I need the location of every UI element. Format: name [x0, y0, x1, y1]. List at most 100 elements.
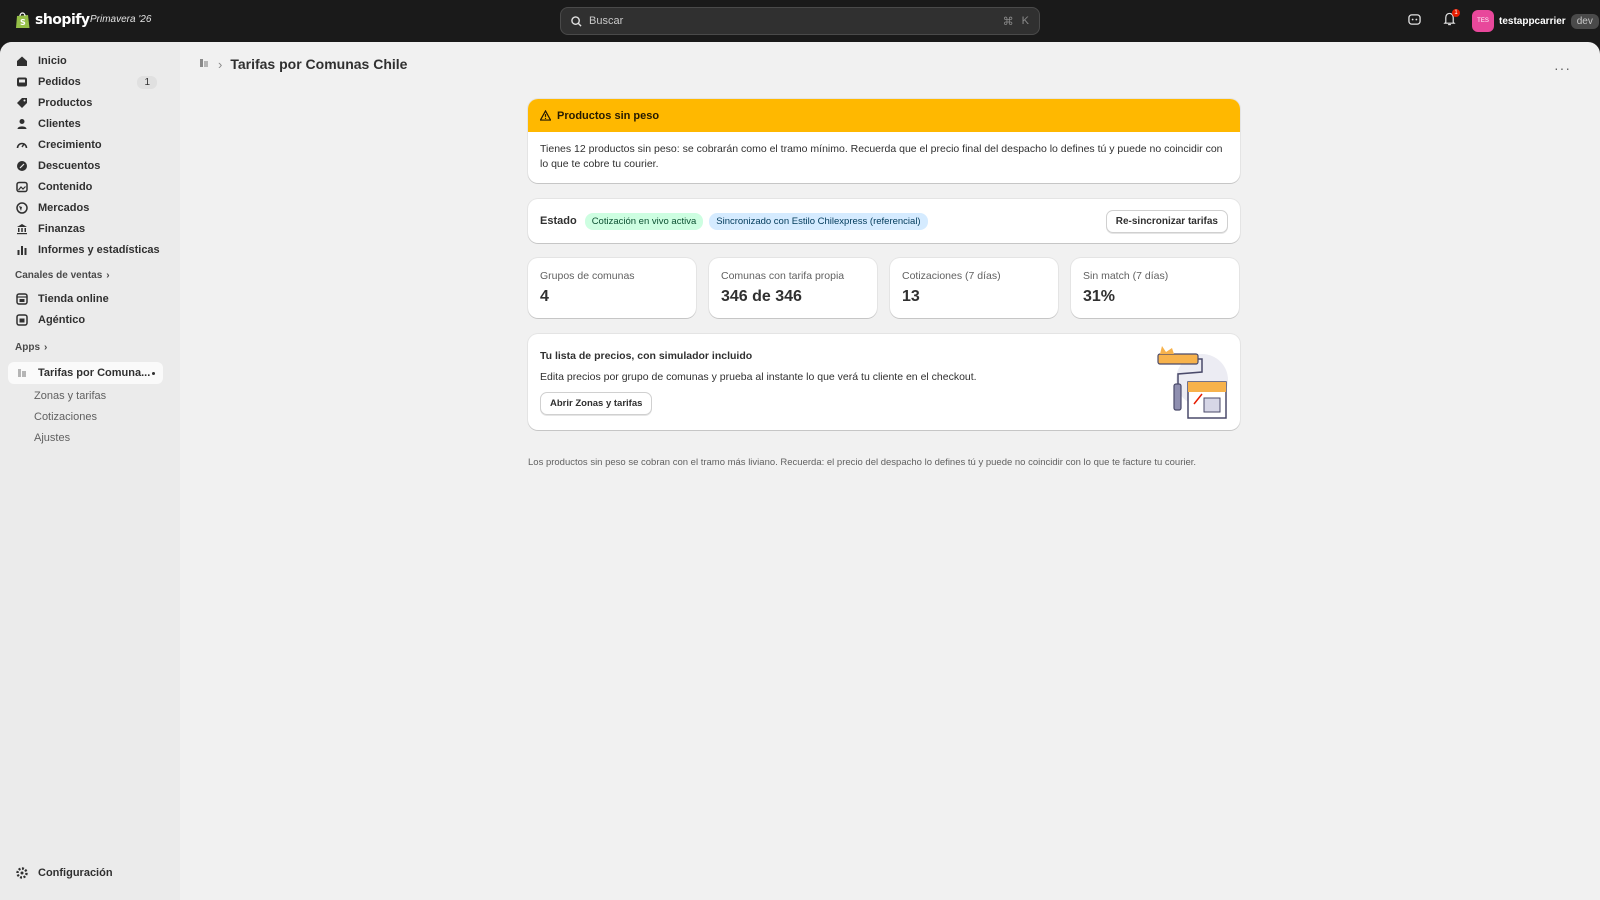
- sidebar-item-mercados[interactable]: Mercados: [8, 197, 163, 219]
- promo-title: Tu lista de precios, con simulador inclu…: [540, 350, 753, 362]
- sidebar-item-clientes[interactable]: Clientes: [8, 113, 163, 135]
- sidebar-item-finanzas[interactable]: Finanzas: [8, 218, 163, 240]
- status-card: Estado Cotización en vivo activa Sincron…: [528, 199, 1240, 243]
- sidebar-subitem-ajustes[interactable]: Ajustes: [34, 432, 70, 444]
- sidebar: Inicio Pedidos 1 Productos Clientes Crec…: [0, 42, 180, 900]
- paint-roller-illustration-icon: [1157, 346, 1228, 419]
- chevron-right-icon: ›: [44, 342, 48, 353]
- more-actions-icon[interactable]: ···: [1554, 60, 1571, 76]
- edition-label[interactable]: Primavera '26: [90, 14, 151, 25]
- chevron-right-icon: ›: [218, 56, 223, 72]
- stat-value: 13: [902, 288, 920, 305]
- sidebar-item-label: Mercados: [38, 202, 90, 214]
- shopify-logo[interactable]: S shopify: [15, 11, 90, 29]
- stat-card-comunas: Comunas con tarifa propia 346 de 346: [709, 258, 877, 318]
- inbox-icon: [16, 76, 28, 88]
- sidebar-item-label: Inicio: [38, 55, 67, 67]
- sidebar-item-label: Agéntico: [38, 314, 86, 326]
- apps-label: Apps: [15, 342, 40, 353]
- apps-header[interactable]: Apps ›: [15, 342, 47, 353]
- agent-icon: [16, 314, 28, 326]
- env-tag: dev: [1570, 13, 1599, 29]
- sidebar-item-descuentos[interactable]: Descuentos: [8, 155, 163, 177]
- assistant-icon[interactable]: [1408, 13, 1421, 29]
- promo-description: Edita precios por grupo de comunas y pru…: [540, 371, 977, 383]
- live-quote-badge: Cotización en vivo activa: [584, 212, 704, 230]
- banner-header: Productos sin peso: [528, 99, 1240, 132]
- sidebar-item-label: Tarifas por Comuna...: [38, 367, 151, 379]
- breadcrumb: › Tarifas por Comunas Chile: [198, 56, 407, 72]
- sidebar-item-label: Pedidos: [38, 76, 81, 88]
- sidebar-subitem-cotizaciones[interactable]: Cotizaciones: [34, 411, 97, 423]
- search-placeholder: Buscar: [589, 15, 624, 27]
- sidebar-item-label: Contenido: [38, 181, 93, 193]
- stat-label: Cotizaciones (7 días): [902, 270, 1001, 282]
- user-menu[interactable]: TES testappcarrier dev: [1472, 10, 1599, 32]
- status-label: Estado: [540, 215, 577, 227]
- top-bar: S shopify Primavera '26 Buscar ⌘ K 1 TES…: [0, 0, 1600, 42]
- sidebar-item-label: Productos: [38, 97, 93, 109]
- resync-button[interactable]: Re-sincronizar tarifas: [1105, 209, 1228, 233]
- app-breadcrumb-icon[interactable]: [198, 57, 210, 72]
- sidebar-item-tarifas-app[interactable]: Tarifas por Comuna...: [8, 362, 163, 384]
- stat-label: Comunas con tarifa propia: [721, 270, 845, 282]
- price-list-card: Tu lista de precios, con simulador inclu…: [528, 334, 1240, 430]
- sales-channels-header[interactable]: Canales de ventas ›: [15, 270, 110, 281]
- chevron-right-icon: ›: [106, 270, 110, 281]
- sidebar-item-label: Informes y estadísticas: [38, 244, 160, 256]
- sales-channels-label: Canales de ventas: [15, 270, 103, 281]
- notifications-button[interactable]: 1: [1443, 9, 1460, 29]
- sidebar-item-configuracion[interactable]: Configuración: [8, 862, 163, 884]
- pin-dot-icon[interactable]: [152, 371, 155, 375]
- sidebar-item-label: Clientes: [38, 118, 81, 130]
- globe-icon: [16, 202, 28, 214]
- gauge-icon: [16, 139, 28, 151]
- app-icon: [16, 367, 28, 379]
- sidebar-item-label: Configuración: [38, 867, 113, 879]
- sidebar-subitem-zonas[interactable]: Zonas y tarifas: [34, 390, 106, 402]
- tag-icon: [16, 97, 28, 109]
- search-bar[interactable]: Buscar ⌘ K: [560, 7, 1040, 35]
- brand-name: shopify: [35, 12, 90, 28]
- stat-card-cotizaciones: Cotizaciones (7 días) 13: [890, 258, 1058, 318]
- svg-text:S: S: [20, 18, 26, 27]
- sidebar-item-inicio[interactable]: Inicio: [8, 50, 163, 72]
- search-icon: [571, 15, 582, 27]
- sync-badge: Sincronizado con Estilo Chilexpress (ref…: [709, 212, 928, 230]
- orders-count-badge: 1: [137, 75, 157, 89]
- sidebar-item-pedidos[interactable]: Pedidos 1: [8, 71, 163, 93]
- stat-value: 31%: [1083, 288, 1116, 305]
- stat-label: Sin match (7 días): [1083, 270, 1169, 282]
- main-content: › Tarifas por Comunas Chile ··· Producto…: [180, 42, 1600, 900]
- sidebar-item-agentico[interactable]: Agéntico: [8, 309, 163, 331]
- banner-title: Productos sin peso: [557, 109, 660, 122]
- chart-icon: [16, 244, 28, 256]
- footnote: Los productos sin peso se cobran con el …: [528, 457, 1197, 468]
- app-frame: Inicio Pedidos 1 Productos Clientes Crec…: [0, 42, 1600, 900]
- sidebar-item-tienda-online[interactable]: Tienda online: [8, 288, 163, 310]
- username: testappcarrier: [1499, 15, 1566, 27]
- shortcut-cmd: ⌘: [1002, 15, 1014, 28]
- content-icon: [16, 181, 28, 193]
- open-zones-button[interactable]: Abrir Zonas y tarifas: [540, 392, 653, 415]
- page-title: Tarifas por Comunas Chile: [230, 56, 408, 72]
- warning-icon: [540, 110, 551, 121]
- stat-value: 4: [540, 288, 549, 305]
- shopify-bag-icon: S: [16, 12, 30, 28]
- gear-icon: [16, 867, 28, 879]
- sidebar-item-productos[interactable]: Productos: [8, 92, 163, 114]
- avatar: TES: [1472, 10, 1494, 32]
- sidebar-item-contenido[interactable]: Contenido: [8, 176, 163, 198]
- banner-body: Tienes 12 productos sin peso: se cobrará…: [540, 143, 1223, 170]
- sidebar-item-label: Descuentos: [38, 160, 101, 172]
- sidebar-item-label: Tienda online: [38, 293, 109, 305]
- bank-icon: [16, 223, 28, 235]
- warning-banner: Productos sin peso Tienes 12 productos s…: [528, 99, 1240, 183]
- store-icon: [16, 293, 28, 305]
- person-icon: [16, 118, 28, 130]
- sidebar-item-informes[interactable]: Informes y estadísticas: [8, 239, 163, 261]
- sidebar-item-crecimiento[interactable]: Crecimiento: [8, 134, 163, 156]
- sidebar-item-label: Crecimiento: [38, 139, 102, 151]
- notification-count: 1: [1452, 9, 1460, 17]
- sidebar-item-label: Finanzas: [38, 223, 86, 235]
